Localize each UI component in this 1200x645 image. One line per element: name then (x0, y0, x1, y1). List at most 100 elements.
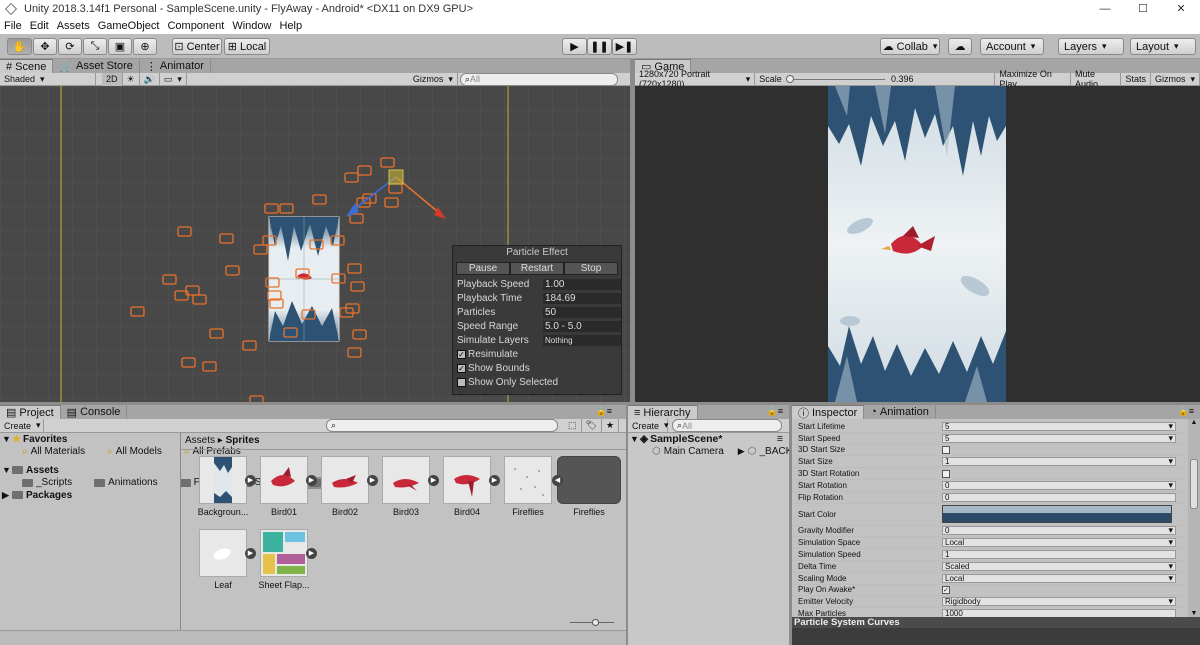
assets-folder-item[interactable]: ▼ Assets (0, 464, 180, 477)
asset-item[interactable]: ▶ Backgroun... (197, 456, 256, 517)
asset-item[interactable]: ▶ Sheet Flap... (258, 529, 317, 590)
game-gizmos-dropdown[interactable]: Gizmos (1151, 72, 1200, 86)
expand-arrow-icon[interactable]: ▶ (245, 475, 256, 486)
breadcrumb-assets[interactable]: Assets (185, 435, 215, 446)
lock-icon[interactable]: 🔒≡ (1178, 406, 1194, 417)
lock-icon[interactable]: 🔒≡ (767, 406, 783, 417)
checkbox[interactable] (942, 445, 950, 454)
hierarchy-search-input[interactable]: ⌕ All (672, 419, 782, 432)
transform-tool-button[interactable]: ⊕ (133, 38, 157, 55)
inspector-value-field[interactable]: Rigidbody (942, 597, 1176, 607)
asset-item[interactable]: ▶ Leaf (197, 529, 256, 590)
expand-arrow-icon[interactable]: ▶ (428, 475, 439, 486)
pivot-center-button[interactable]: ⊡ Center (172, 38, 222, 55)
collapse-arrow-icon[interactable]: ◀ (552, 475, 563, 486)
resolution-dropdown[interactable]: 1280x720 Portrait (720x1280) (635, 69, 756, 89)
inspector-scrollbar[interactable]: ▲ ▼ (1188, 419, 1200, 617)
scrollbar-thumb[interactable] (1190, 459, 1198, 509)
menu-help[interactable]: Help (275, 20, 306, 32)
project-create-dropdown[interactable]: Create (0, 419, 44, 432)
menu-window[interactable]: Window (228, 20, 275, 32)
pe-value-field[interactable]: 50 (543, 306, 621, 318)
expand-arrow-icon[interactable]: ▶ (306, 475, 317, 486)
shading-mode-dropdown[interactable]: Shaded (0, 72, 96, 86)
pe-checkbox-row[interactable]: Show Only Selected (453, 375, 621, 389)
favorites-item[interactable]: ▼ ★ Favorites (0, 433, 180, 446)
particle-curves-header[interactable]: Particle System Curves (792, 617, 1200, 628)
favorite-item[interactable]: ⌕ All Materials (0, 446, 85, 459)
layout-button[interactable]: Layout (1130, 38, 1196, 55)
scene-search-input[interactable]: ⌕ All (459, 72, 618, 86)
pe-value-field[interactable]: 1.00 (543, 278, 621, 290)
close-button[interactable]: ✕ (1162, 0, 1200, 18)
collab-button[interactable]: ☁ Collab (880, 38, 940, 55)
tab-asset-store[interactable]: 🛒 Asset Store (53, 59, 140, 73)
scale-slider[interactable] (785, 73, 887, 86)
pivot-local-button[interactable]: ⊞ Local (224, 38, 270, 55)
asset-item[interactable]: ▶ Bird04 (441, 456, 500, 517)
pause-button[interactable]: ❚❚ (587, 38, 612, 55)
effects-dropdown[interactable]: ▭ (160, 72, 187, 86)
audio-toggle[interactable]: 🔊 (140, 72, 160, 86)
hierarchy-create-dropdown[interactable]: Create (628, 419, 668, 432)
packages-folder-item[interactable]: ▶ Packages (0, 489, 180, 502)
tab-animation[interactable]: ◔ Animation (864, 405, 936, 419)
asset-item[interactable]: ▶ Bird01 (258, 456, 317, 517)
scrollbar-down-arrow-icon[interactable]: ▼ (1188, 610, 1200, 617)
start-color-swatch[interactable] (942, 505, 1172, 524)
expand-arrow-icon[interactable]: ▶ (489, 475, 500, 486)
checkbox[interactable] (942, 469, 950, 478)
asset-item[interactable]: Fireflies (502, 456, 554, 517)
stats-toggle[interactable]: Stats (1121, 72, 1151, 86)
rotate-tool-button[interactable]: ⟳ (58, 38, 82, 55)
asset-item[interactable]: ▶ Bird02 (319, 456, 378, 517)
minimize-button[interactable]: — (1086, 0, 1124, 18)
maximize-button[interactable]: ☐ (1124, 0, 1162, 18)
asset-item[interactable]: ▶ Bird03 (380, 456, 439, 517)
inspector-value-field[interactable]: 0 (942, 492, 1176, 502)
mute-audio-toggle[interactable]: Mute Audio (1071, 69, 1122, 89)
inspector-value-field[interactable]: Scaled (942, 561, 1176, 571)
asset-item[interactable]: ◀ Fireflies (552, 456, 621, 517)
favorite-item[interactable]: ⌕ All Models (85, 446, 162, 459)
lighting-toggle[interactable]: ☀ (123, 72, 140, 86)
scale-tool-button[interactable]: ⤡ (83, 38, 107, 55)
tab-hierarchy[interactable]: ≡ Hierarchy (628, 405, 698, 419)
inspector-value-field[interactable]: 0 (942, 526, 1176, 536)
menu-assets[interactable]: Assets (53, 20, 94, 32)
hierarchy-item-main-camera[interactable]: ⬡ Main Camera (628, 446, 724, 459)
inspector-value-field[interactable]: 1 (942, 457, 1176, 467)
breadcrumb-sprites[interactable]: Sprites (226, 435, 260, 446)
inspector-value-field[interactable]: Local (942, 538, 1176, 548)
checkbox[interactable]: ✓ (457, 363, 466, 373)
move-gizmo-center[interactable] (388, 169, 404, 185)
pe-value-field[interactable]: 5.0 - 5.0 (543, 320, 621, 332)
inspector-value-field[interactable]: 5 (942, 421, 1176, 431)
tab-inspector[interactable]: ⓘ Inspector (792, 405, 865, 420)
tab-console[interactable]: ▤ Console (61, 405, 128, 419)
filter-label-icon[interactable]: 🏷 (582, 419, 602, 432)
cloud-services-button[interactable]: ☁ (948, 38, 972, 55)
scrollbar-up-arrow-icon[interactable]: ▲ (1188, 419, 1200, 426)
lock-icon[interactable]: 🔒≡ (596, 406, 612, 417)
pe-checkbox-row[interactable]: ✓ Show Bounds (453, 361, 621, 375)
play-button[interactable]: ▶ (562, 38, 587, 55)
stop-particles-button[interactable]: Stop (564, 262, 618, 275)
expand-arrow-icon[interactable]: ▶ (245, 548, 256, 559)
menu-gameobject[interactable]: GameObject (94, 20, 164, 32)
move-tool-button[interactable]: ✥ (33, 38, 57, 55)
folder-item-scripts[interactable]: _Scripts (0, 477, 72, 490)
restart-particles-button[interactable]: Restart (510, 262, 564, 275)
checkbox[interactable]: ✓ (942, 585, 950, 594)
scene-root-item[interactable]: ▼ ◈ SampleScene* ≡ (628, 433, 789, 446)
layers-button[interactable]: Layers (1058, 38, 1124, 55)
scale-slider-knob[interactable] (785, 74, 794, 83)
checkbox[interactable] (457, 377, 466, 387)
filter-type-icon[interactable]: ⬚ (564, 419, 582, 432)
step-button[interactable]: ▶❚ (612, 38, 637, 55)
scene-view[interactable]: Particle Effect Pause Restart Stop Playb… (0, 86, 630, 402)
pe-checkbox-row[interactable]: ✓ Resimulate (453, 347, 621, 361)
expand-arrow-icon[interactable]: ▶ (367, 475, 378, 486)
menu-edit[interactable]: Edit (26, 20, 53, 32)
checkbox[interactable]: ✓ (457, 349, 466, 359)
